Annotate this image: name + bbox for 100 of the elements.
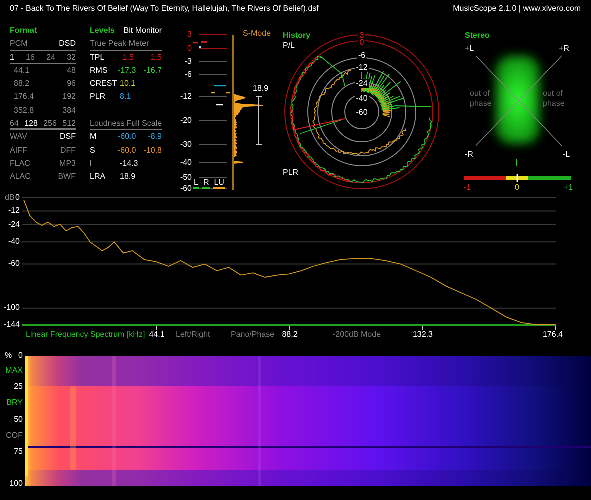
axis-label: 44.1 xyxy=(149,330,165,340)
ring-label: -6 xyxy=(357,50,367,60)
axis-label: 0 xyxy=(18,351,23,361)
axis-label: -24 xyxy=(8,220,20,230)
scale-label: -1 xyxy=(464,183,472,193)
scale-label: -3 xyxy=(184,57,192,67)
level-label: PLR xyxy=(90,91,107,104)
marker-label: BRY xyxy=(6,398,23,408)
level-marker xyxy=(193,42,198,44)
view-mode-tab[interactable]: -200dB Mode xyxy=(333,330,382,340)
section-heading: Stereo xyxy=(465,31,490,41)
scale-label: -40 xyxy=(180,158,192,168)
scale-line xyxy=(198,96,228,98)
view-mode-tab[interactable]: Left/Right xyxy=(176,330,210,340)
sample-rate-option: 176.4 xyxy=(10,90,43,104)
axis-label: +R xyxy=(559,44,570,54)
level-value: -17.3 xyxy=(118,64,134,77)
axis-label: PLR xyxy=(283,168,299,178)
axis-label: 0 xyxy=(16,193,20,203)
ring-label: -12 xyxy=(355,62,369,72)
file-type-option: FLAC xyxy=(10,156,43,170)
file-type-option: WAV xyxy=(10,130,43,144)
ring-label: -60 xyxy=(355,108,369,116)
tick-mark xyxy=(156,326,158,330)
legend-item: LU xyxy=(213,178,226,189)
scale-label: -50 xyxy=(180,173,192,183)
scale-label: -30 xyxy=(180,140,192,150)
axis-label: +L xyxy=(465,44,474,54)
level-label: I xyxy=(90,158,94,170)
dsd-rate-option: 64 xyxy=(10,117,19,128)
file-type-option: MP3 xyxy=(43,156,76,170)
sample-rate-option: 48 xyxy=(43,64,76,78)
app-info: MusicScope 2.1.0 | www.xivero.com xyxy=(453,3,581,15)
axis-label: 88.2 xyxy=(282,330,298,340)
level-marker xyxy=(201,42,207,44)
legend-item: L xyxy=(193,178,200,189)
level-marker xyxy=(226,92,230,94)
lra-bracket xyxy=(256,96,262,146)
center-tick xyxy=(516,159,518,166)
view-mode-tab[interactable]: Pano/Phase xyxy=(231,330,275,340)
mode-label: S-Mode xyxy=(243,29,272,39)
axis-label: P/L xyxy=(283,41,296,51)
file-type-option: AIFF xyxy=(10,144,43,157)
axis-label: 75 xyxy=(14,447,23,457)
scale-line xyxy=(198,188,228,190)
axis-label: -R xyxy=(465,150,474,160)
level-value: 8.1 xyxy=(119,91,132,104)
bit-depth-option: 24 xyxy=(46,50,56,63)
sample-rate-option: 352.8 xyxy=(10,104,43,118)
axis-label: 25 xyxy=(14,382,23,392)
ring-label: 3 xyxy=(358,30,366,40)
axis-label: 176.4 xyxy=(542,330,564,340)
window-title: 07 - Back To The Rivers Of Belief (Way To Eternity, Hallelujah, The Rivers Of Belief).dsf xyxy=(10,3,319,15)
scale-label: -6 xyxy=(184,70,192,80)
sample-rate-option: 88.2 xyxy=(10,77,43,90)
axis-label: -144 xyxy=(4,320,20,330)
bit-depth-option: 1 xyxy=(10,50,14,63)
sample-rate-option: 44.1 xyxy=(10,64,43,78)
scale-label: -60 xyxy=(180,184,192,194)
sample-rate-option: 192 xyxy=(43,90,76,104)
axis-label: 132.3 xyxy=(412,330,434,340)
axis-label: -12 xyxy=(8,206,20,216)
axis-unit: dB xyxy=(5,193,15,203)
axis-label: -60 xyxy=(8,259,20,270)
format-option: PCM xyxy=(10,37,28,50)
level-label: M xyxy=(90,131,98,144)
scale-line xyxy=(198,48,228,50)
scale-line xyxy=(198,120,228,122)
ring-label: -40 xyxy=(355,94,369,102)
scale-label: +1 xyxy=(564,183,574,193)
scale-line xyxy=(198,74,228,76)
view-mode-tab[interactable]: Linear Frequency Spectrum [kHz] xyxy=(26,330,146,340)
file-type-option: BWF xyxy=(43,170,76,184)
dsd-rate-option: 128 xyxy=(24,117,38,128)
marker-label: MAX xyxy=(6,366,23,376)
scale-line xyxy=(198,144,228,146)
section-heading: Levels xyxy=(90,25,116,37)
bit-monitor-label: Bit Monitor xyxy=(124,25,162,37)
scale-label: 0 xyxy=(188,44,192,54)
loudness-histogram xyxy=(234,94,264,164)
level-marker xyxy=(200,46,202,48)
level-label: RMS xyxy=(90,64,109,77)
scale-line xyxy=(198,162,228,164)
lra-value: 18.9 xyxy=(253,84,269,94)
bit-depth-option: 32 xyxy=(67,50,76,63)
correlation-marker xyxy=(516,174,518,182)
group-title: Loudness Full Scale xyxy=(90,117,162,130)
file-type-option: DFF xyxy=(43,144,76,157)
axis-label: 50 xyxy=(14,415,23,425)
axis-label: -L xyxy=(563,150,570,160)
section-heading: History xyxy=(283,31,311,41)
bit-depth-option: 16 xyxy=(26,50,35,63)
marker-label: COF xyxy=(6,431,23,441)
level-label: CREST xyxy=(90,78,118,90)
scale-label: 0 xyxy=(515,183,520,193)
file-type-option: DSF xyxy=(43,130,76,144)
level-value: 18.9 xyxy=(119,171,134,184)
axis-label: -40 xyxy=(8,237,20,248)
legend-item: R xyxy=(202,178,210,189)
level-value: 10.1 xyxy=(119,78,134,90)
